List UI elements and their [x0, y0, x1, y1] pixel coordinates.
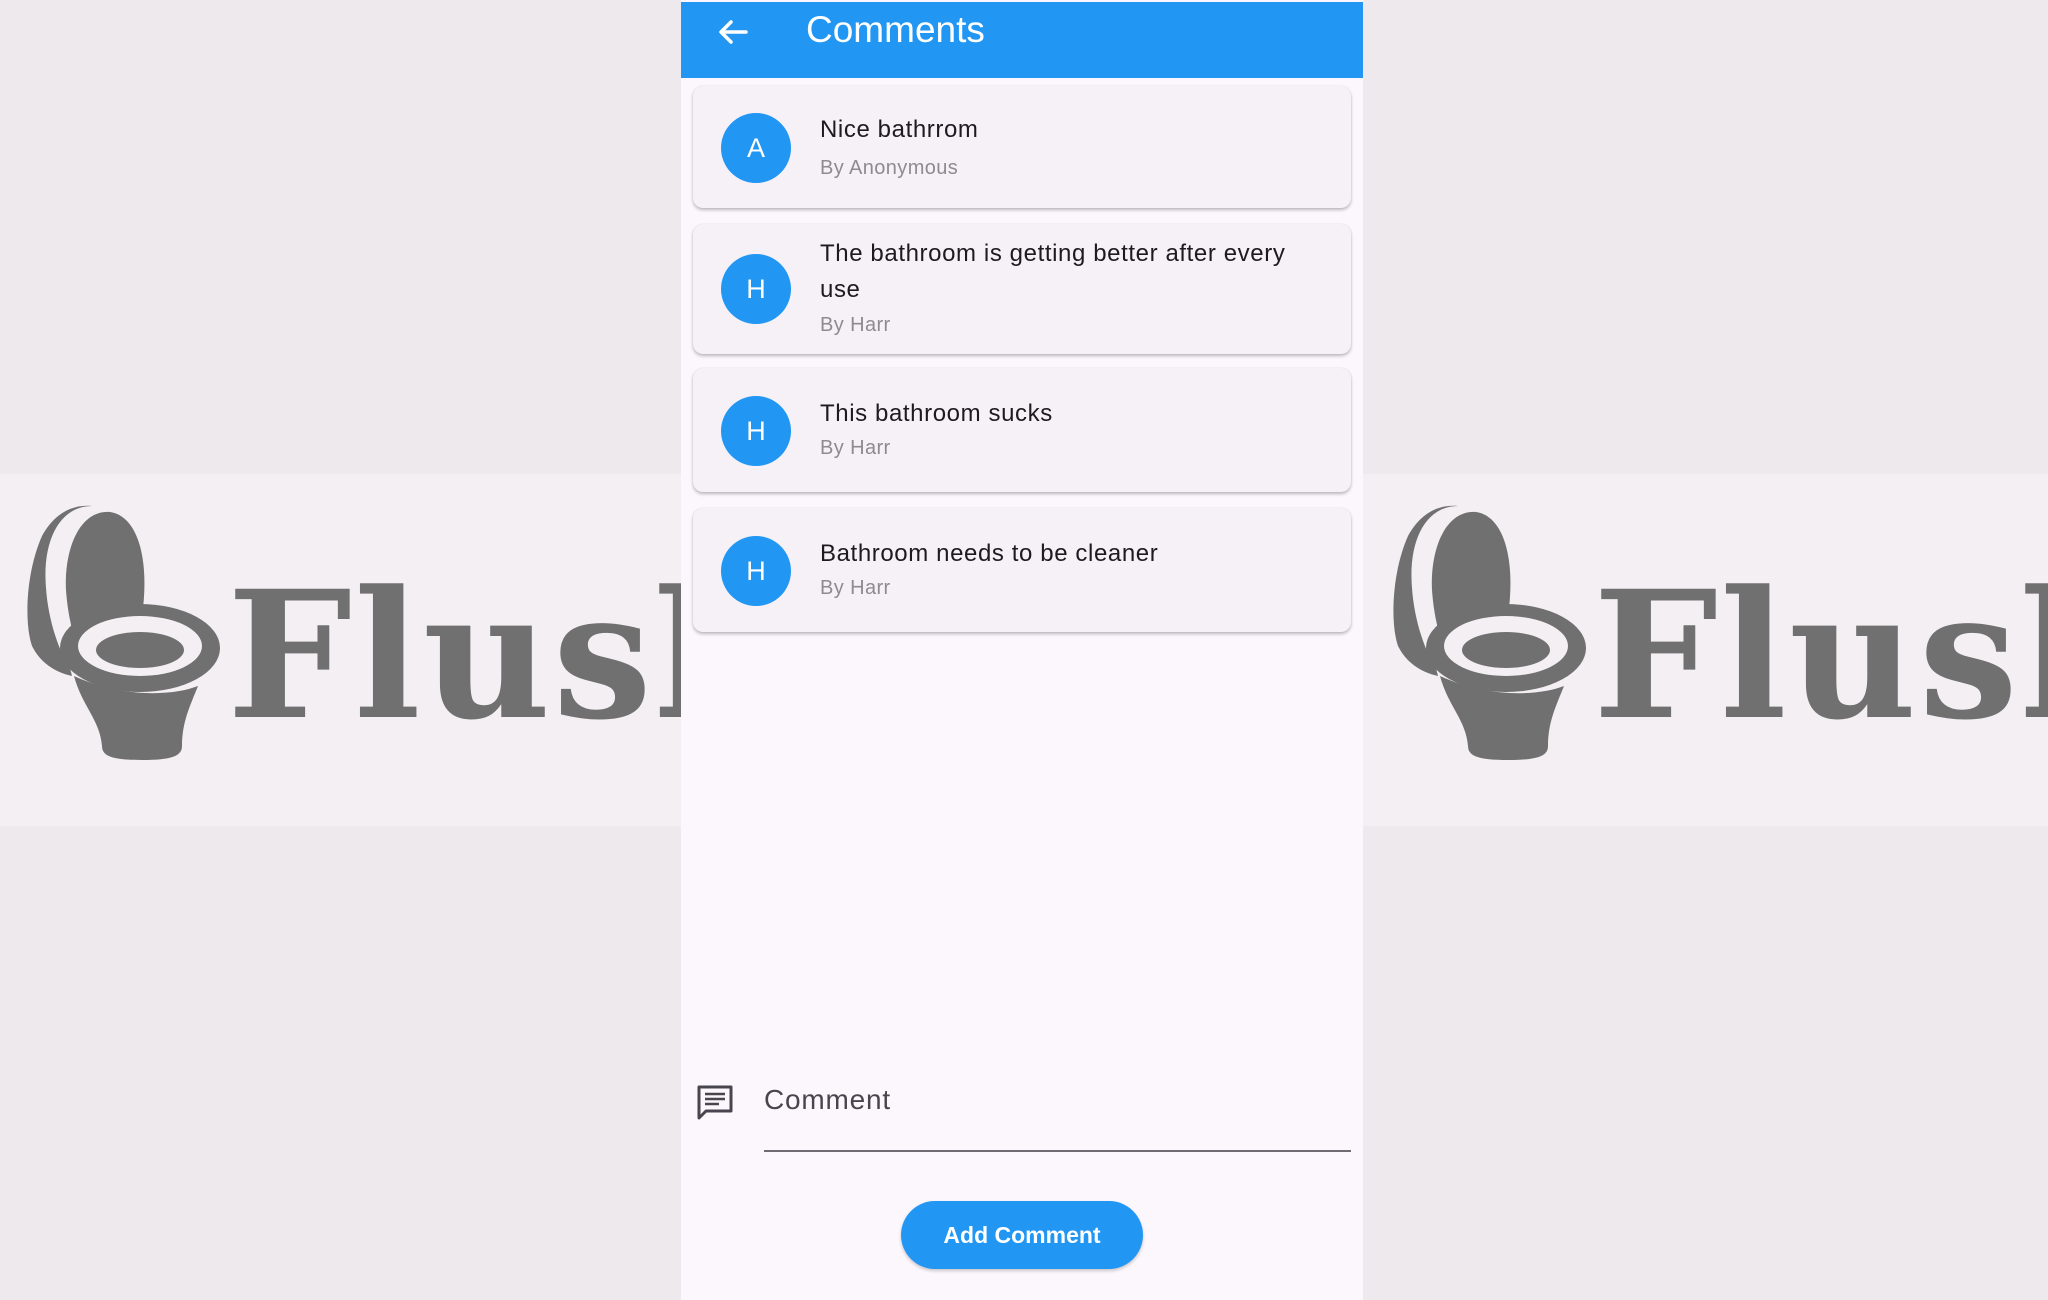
comment-text: Nice bathrrom — [820, 116, 979, 143]
comment-author: By Harr — [820, 577, 891, 599]
avatar: H — [721, 536, 791, 606]
comment-input[interactable] — [764, 1078, 1350, 1122]
comment-text: The bathroom is getting better after eve… — [820, 240, 1286, 303]
comment-card[interactable]: H The bathroom is getting better after e… — [693, 224, 1351, 354]
comment-text: Bathroom needs to be cleaner — [820, 540, 1159, 567]
flush-logo-right: Flush — [1388, 500, 2048, 770]
screen: Flush Flush Comments — [0, 0, 2048, 1300]
comment-field — [691, 1070, 1353, 1152]
avatar: H — [721, 254, 791, 324]
flush-logo-left: Flush — [22, 500, 782, 770]
page-title: Comments — [806, 9, 985, 50]
comment-card[interactable]: H This bathroom sucks By Harr — [693, 368, 1351, 492]
add-comment-button[interactable]: Add Comment — [901, 1201, 1143, 1269]
comment-icon — [697, 1085, 733, 1120]
flush-logo-text: Flush — [1593, 552, 2048, 759]
toilet-icon — [1393, 505, 1586, 760]
comment-input-underline — [764, 1150, 1351, 1152]
arrow-back-icon — [719, 20, 748, 44]
comment-card[interactable]: H Bathroom needs to be cleaner By Harr — [693, 508, 1351, 632]
comment-author: By Harr — [820, 314, 891, 336]
toilet-icon — [27, 505, 220, 760]
app-bar: Comments — [681, 2, 1363, 78]
comment-author: By Anonymous — [820, 157, 959, 179]
back-button[interactable] — [711, 10, 755, 54]
comment-text: This bathroom sucks — [820, 400, 1053, 427]
app-window: Comments A Nice bathrrom By Anonymous H … — [681, 0, 1363, 1300]
avatar: A — [721, 113, 791, 183]
avatar: H — [721, 396, 791, 466]
comment-author: By Harr — [820, 437, 891, 459]
comment-card[interactable]: A Nice bathrrom By Anonymous — [693, 86, 1351, 208]
